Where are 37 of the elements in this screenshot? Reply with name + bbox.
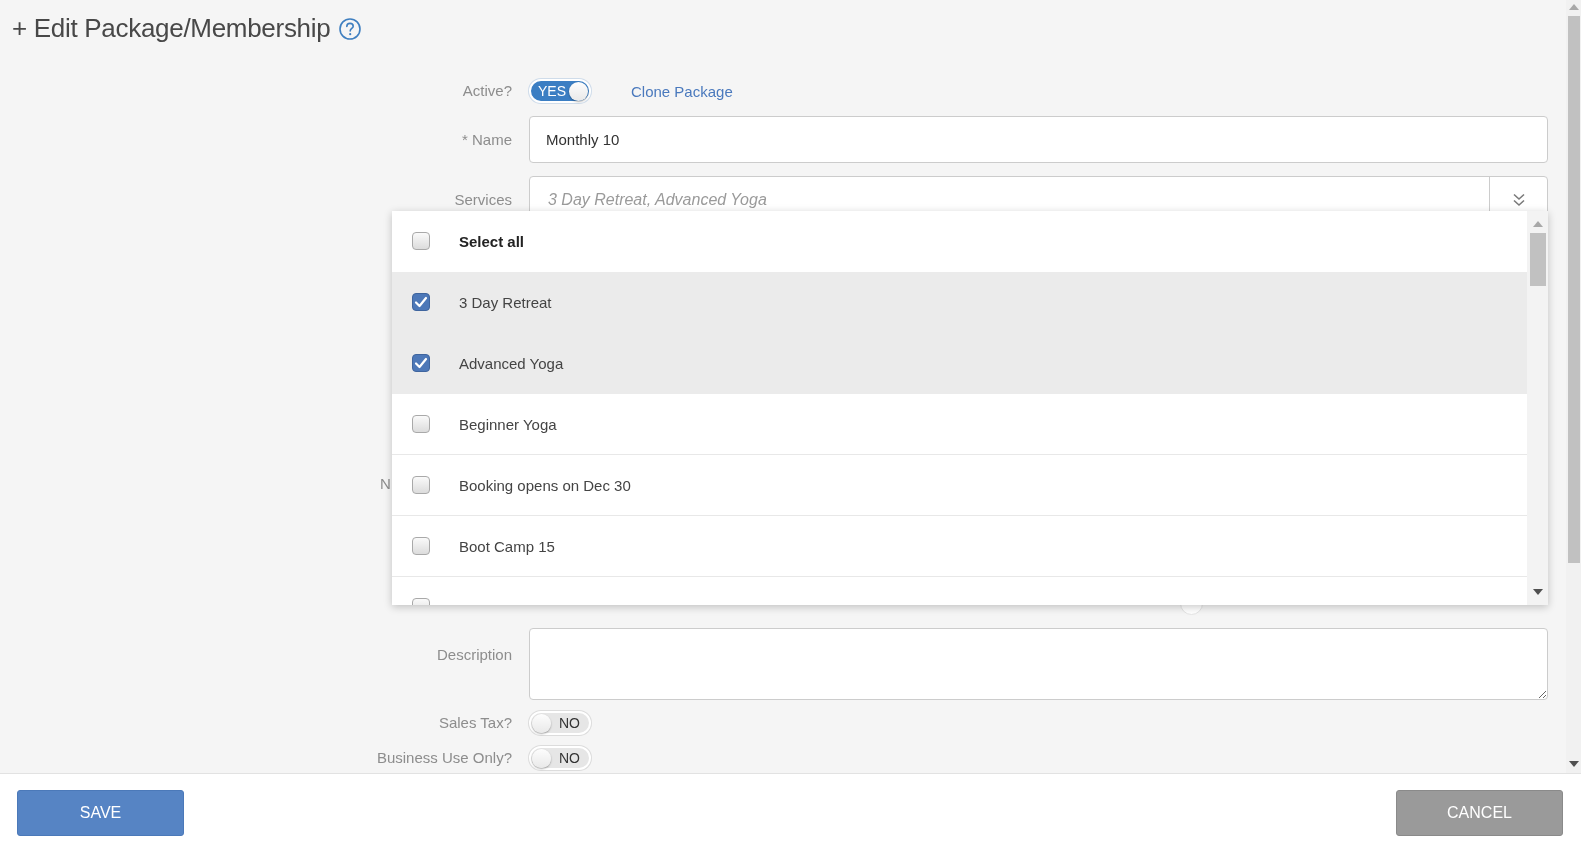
clone-package-link[interactable]: Clone Package (631, 82, 733, 100)
service-option[interactable]: Beginner Yoga (392, 394, 1527, 455)
toggle-switch[interactable]: NO (529, 746, 591, 770)
service-option[interactable]: Boot Camp 15 (392, 516, 1527, 577)
checkbox[interactable] (412, 415, 430, 433)
checkbox[interactable] (412, 232, 430, 250)
double-chevron-down-icon (1512, 192, 1525, 207)
toggle-switch[interactable]: YES (529, 79, 591, 103)
field-label: Business Use Only? (376, 749, 512, 766)
checkbox[interactable] (412, 476, 430, 494)
field-label: * Name (461, 130, 512, 148)
field-label: Description (436, 646, 512, 663)
field-label: Active? (462, 82, 512, 99)
service-option[interactable]: Advanced Yoga (392, 333, 1527, 394)
checkbox[interactable] (412, 354, 430, 372)
dropdown-scrollbar[interactable] (1527, 211, 1548, 605)
page-scrollbar[interactable] (1566, 0, 1581, 773)
description-field[interactable] (529, 628, 1548, 700)
name-field[interactable]: Monthly 10 (529, 116, 1548, 163)
scroll-down-arrow-icon[interactable] (1568, 761, 1579, 767)
service-option[interactable]: 3 Day Retreat (392, 272, 1527, 333)
toggle-switch[interactable]: NO (529, 711, 591, 735)
save-button[interactable]: SAVE (17, 790, 184, 836)
field-label: Services (454, 190, 512, 208)
scroll-up-arrow-icon[interactable] (1568, 4, 1579, 10)
scrollbar-thumb[interactable] (1529, 233, 1546, 286)
scroll-up-arrow-icon[interactable] (1532, 221, 1543, 227)
select-all-option[interactable]: Select all (392, 211, 1527, 272)
field-label: Sales Tax? (438, 714, 512, 731)
page-title: + Edit Package/Membership (12, 13, 331, 44)
checkbox[interactable] (412, 537, 430, 555)
checkbox[interactable] (412, 293, 430, 311)
scrollbar-thumb[interactable] (1567, 16, 1580, 563)
scroll-down-arrow-icon[interactable] (1532, 589, 1543, 595)
field-label: N (380, 475, 391, 492)
service-option[interactable]: Booking opens on Dec 30 (392, 455, 1527, 516)
help-icon[interactable] (339, 17, 362, 40)
